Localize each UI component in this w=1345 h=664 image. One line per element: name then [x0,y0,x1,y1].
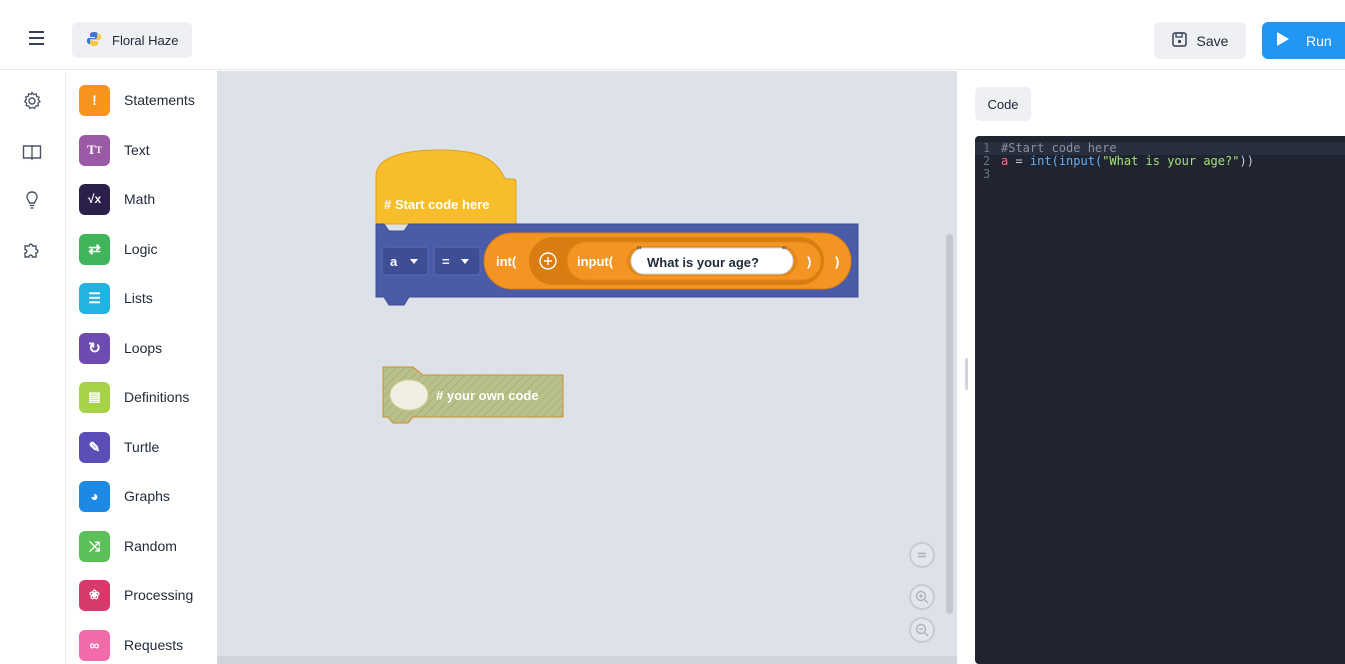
code-line: 2 a = int(input("What is your age?")) [975,155,1345,168]
line-number: 3 [983,167,991,181]
block-workspace[interactable]: # Start code here a = int() input() " … [217,71,957,664]
code-tab-label: Code [987,96,1019,112]
category-logic[interactable]: ⇄ Logic [79,232,157,266]
code-token-string: "What is your age?" [1102,154,1240,168]
workspace-horizontal-scrollbar[interactable] [217,656,957,664]
category-label: Logic [124,241,158,257]
puzzle-icon[interactable] [22,240,44,262]
variable-name: a [390,254,398,269]
code-token-operator: = [1008,154,1030,168]
code-editor[interactable]: 1 #Start code here 2 a = int(input("What… [975,136,1345,664]
run-button[interactable]: Run [1262,22,1345,59]
sqrt-icon: √x [79,183,110,215]
code-token-function: int( [1029,154,1059,168]
arrows-icon: ⇄ [79,233,110,265]
resize-handle[interactable] [965,358,968,390]
code-panel: Code 1 #Start code here 2 a = int(input(… [975,71,1345,664]
workspace-vertical-scrollbar[interactable] [946,234,953,614]
category-math[interactable]: √x Math [79,182,155,216]
zoom-in-icon[interactable] [909,584,935,610]
palette-icon: ❀ [79,579,110,611]
code-line-text: a = int(input("What is your age?")) [1001,155,1254,168]
gear-icon[interactable] [22,91,44,113]
category-label: Statements [124,92,195,108]
category-label: Processing [124,587,194,603]
shuffle-icon: ⤨ [79,530,110,562]
category-processing[interactable]: ❀ Processing [79,578,193,612]
category-turtle[interactable]: ✎ Turtle [79,430,159,464]
hamburger-menu-icon[interactable] [22,24,54,52]
category-graphs[interactable]: ◕ Graphs [79,479,170,513]
comment-block[interactable]: # your own code [382,366,564,424]
comment-label: # your own code [436,388,539,403]
category-label: Lists [124,290,153,306]
pie-icon: ◕ [79,480,110,512]
category-label: Definitions [124,389,190,405]
zoom-out-icon[interactable] [909,617,935,643]
category-label: Text [124,142,150,158]
category-lists[interactable]: ☰ Lists [79,281,153,315]
category-label: Requests [124,637,184,653]
text-icon: TT [79,134,110,166]
category-text[interactable]: TT Text [79,133,150,167]
variable-dropdown[interactable]: a [381,246,429,276]
play-icon [1274,31,1290,50]
python-icon [86,31,102,50]
category-label: Turtle [124,439,160,455]
prompt-string-block[interactable]: " " What is your age? [627,244,797,276]
link-icon: ∞ [79,629,110,661]
loop-icon: ↻ [79,332,110,364]
block-categories: ! Statements TT Text √x Math ⇄ Logic ☰ L… [67,71,217,664]
category-label: Graphs [124,488,170,504]
top-bar: Floral Haze Save Run [0,0,1345,70]
category-label: Random [124,538,177,554]
run-label: Run [1306,32,1332,49]
open-quote: " [637,244,641,258]
category-requests[interactable]: ∞ Requests [79,628,183,662]
floppy-disk-icon [1171,31,1187,50]
category-label: Math [124,191,156,207]
list-icon: ☰ [79,282,110,314]
left-rail [0,71,66,664]
comment-toggle[interactable] [389,379,429,411]
close-quote: " [782,244,786,258]
operator-symbol: = [442,254,450,269]
lightbulb-icon[interactable] [22,190,44,212]
category-loops[interactable]: ↻ Loops [79,331,162,365]
reset-zoom-icon[interactable] [909,542,935,568]
start-block-label: # Start code here [384,197,490,212]
code-line: 3 [975,168,1345,181]
project-name-chip[interactable]: Floral Haze [72,22,193,58]
int-close-paren: ) [835,254,839,269]
input-close-paren: ) [807,254,811,269]
category-label: Loops [124,340,163,356]
pen-icon: ✎ [79,431,110,463]
category-statements[interactable]: ! Statements [79,83,195,117]
prompt-text: What is your age? [647,255,759,270]
book-icon[interactable] [22,142,44,164]
category-random[interactable]: ⤨ Random [79,529,177,563]
operator-dropdown[interactable]: = [433,246,481,276]
start-code-hat-block[interactable]: # Start code here [375,149,517,225]
code-token-paren: )) [1239,154,1254,168]
exclamation-icon: ! [79,84,110,116]
code-token-function: input( [1058,154,1103,168]
project-name: Floral Haze [112,32,179,48]
tab-code[interactable]: Code [975,87,1031,121]
app-window: Floral Haze Save Run ! Statements T T Te… [0,0,1345,664]
definition-icon: ▤ [79,381,110,413]
save-label: Save [1196,32,1229,49]
input-function-label: input( [577,254,614,269]
save-button[interactable]: Save [1154,22,1246,59]
category-definitions[interactable]: ▤ Definitions [79,380,189,414]
int-function-label: int( [496,254,517,269]
